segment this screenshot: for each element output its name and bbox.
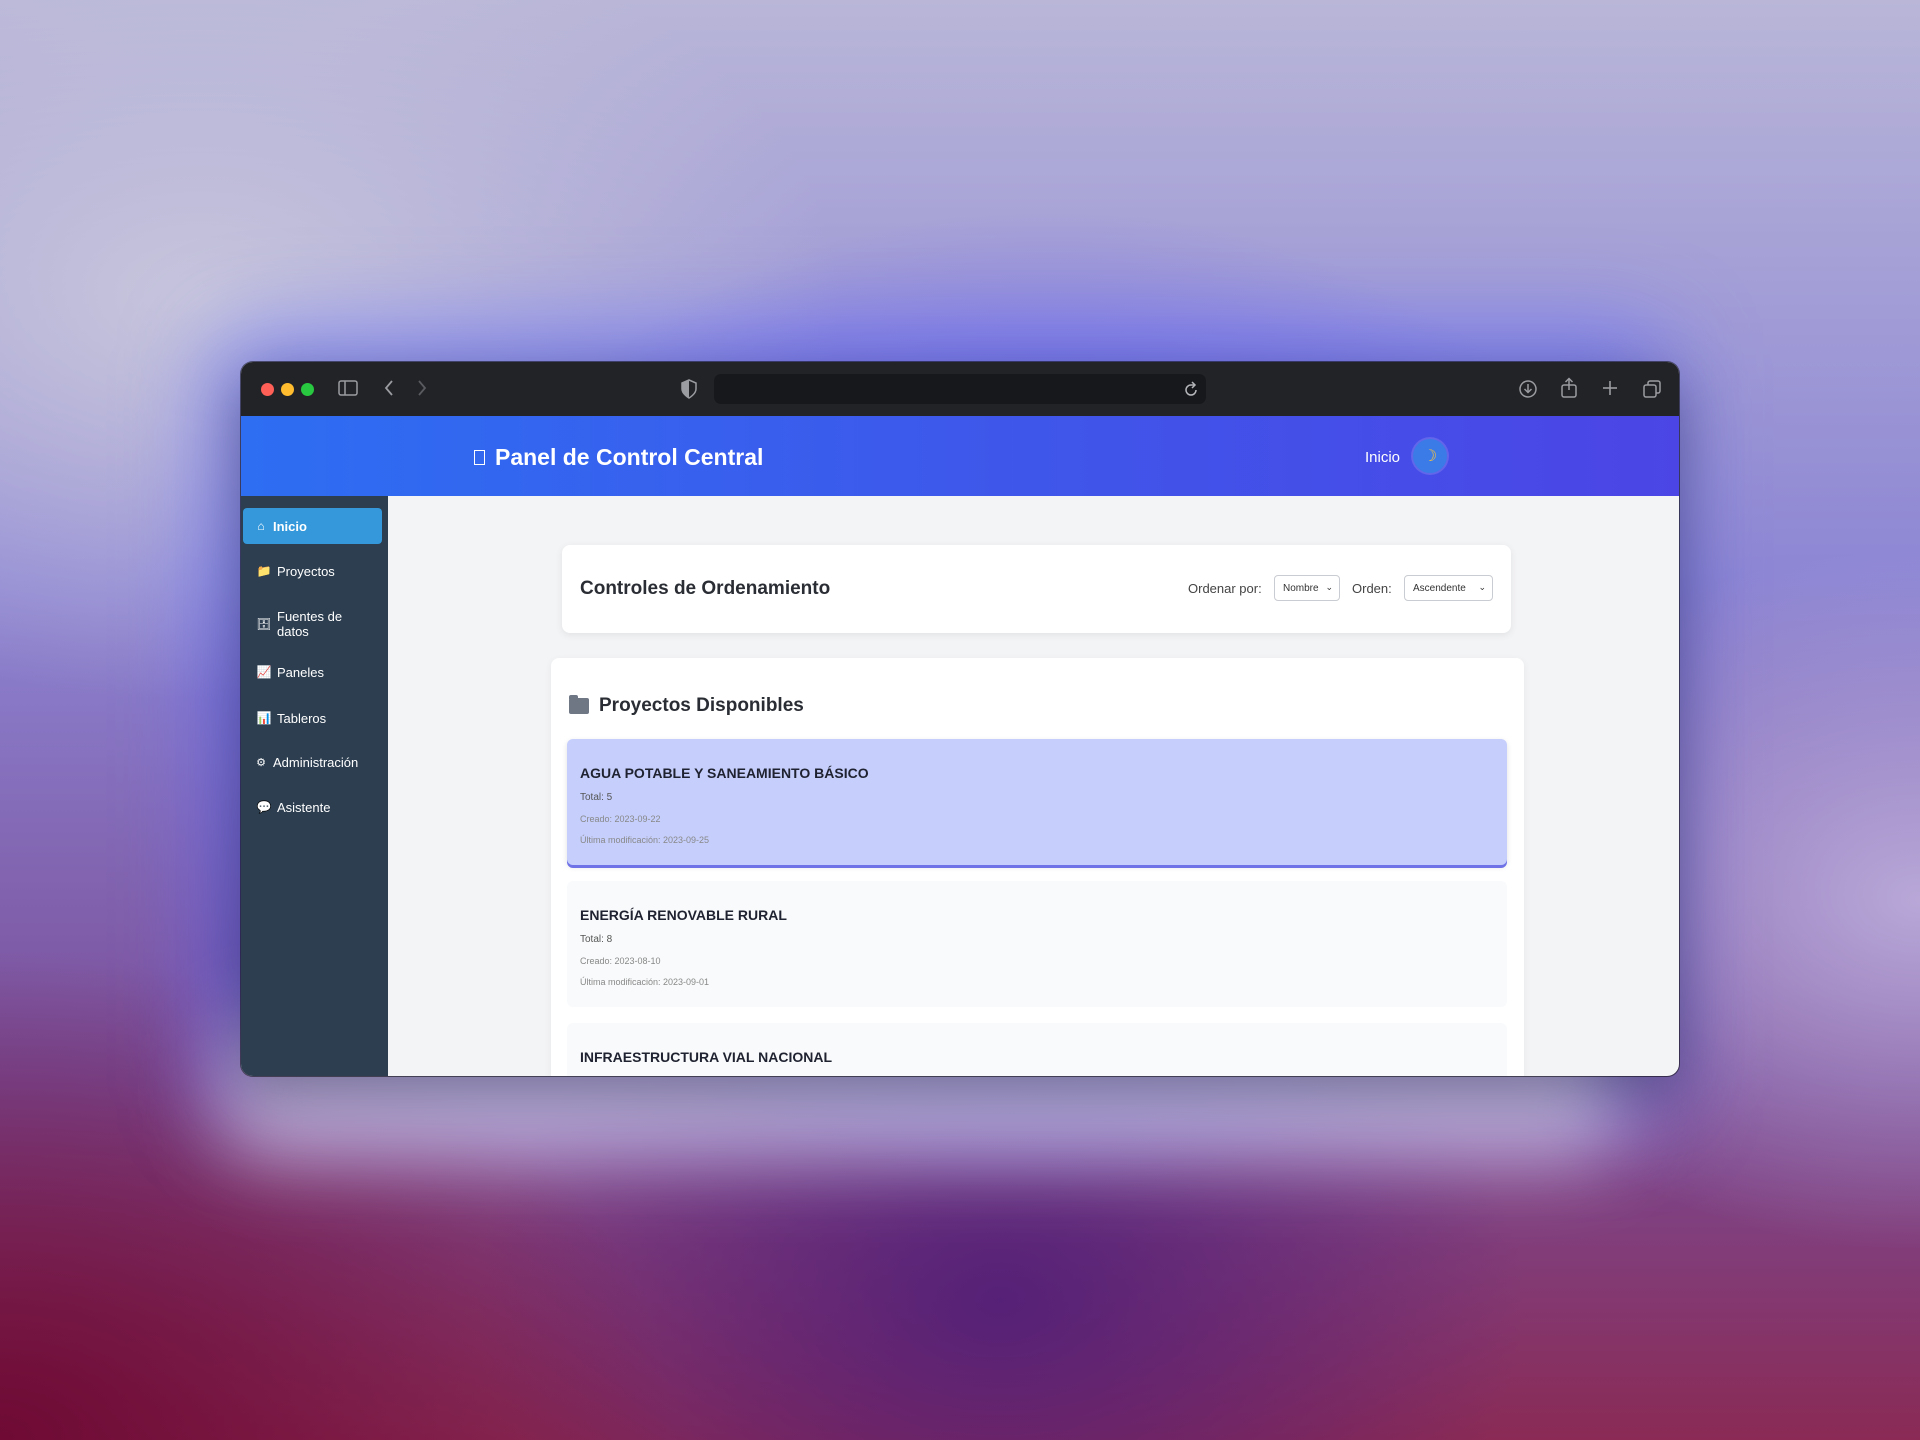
project-card[interactable]: ENERGÍA RENOVABLE RURAL Total: 8 Creado:…	[567, 881, 1507, 1007]
forward-icon[interactable]	[417, 379, 427, 400]
maximize-window-button[interactable]	[301, 383, 314, 396]
main-content: Controles de Ordenamiento Ordenar por: N…	[388, 496, 1679, 1076]
projects-title-text: Proyectos Disponibles	[599, 695, 804, 716]
sidebar-item-label: Inicio	[273, 518, 307, 534]
project-modified: Última modificación: 2023-09-25	[580, 835, 710, 845]
order-label: Orden:	[1352, 581, 1392, 596]
sidebar-item-label: Tableros	[277, 710, 327, 726]
share-icon[interactable]	[1560, 377, 1578, 402]
sidebar-item-tableros[interactable]: 📊 Tableros	[243, 705, 382, 731]
tab-overview-icon[interactable]	[1642, 379, 1662, 402]
sort-by-label: Ordenar por:	[1188, 581, 1262, 596]
project-card[interactable]: AGUA POTABLE Y SANEAMIENTO BÁSICO Total:…	[567, 739, 1507, 865]
chevron-down-icon: ⌄	[1478, 582, 1486, 592]
sort-controls-title: Controles de Ordenamiento	[580, 578, 831, 599]
folder-icon: 📁	[256, 564, 272, 578]
logo-icon	[474, 450, 485, 465]
sidebar-item-label: Proyectos	[277, 563, 335, 579]
project-card[interactable]: INFRAESTRUCTURA VIAL NACIONAL	[567, 1023, 1507, 1076]
sort-by-select[interactable]: Nombre ⌄	[1274, 575, 1340, 601]
new-tab-icon[interactable]	[1602, 380, 1618, 399]
sidebar: ⌂ Inicio 📁 Proyectos 🗄 Fuentes de datos …	[241, 496, 388, 1076]
sidebar-item-fuentes-de-datos[interactable]: 🗄 Fuentes de datos	[243, 606, 382, 642]
sidebar-item-label: Fuentes de datos	[277, 609, 343, 639]
nav-link-inicio[interactable]: Inicio	[1365, 449, 1400, 466]
project-created: Creado: 2023-08-10	[580, 956, 661, 966]
database-icon: 🗄	[256, 616, 272, 631]
bar-chart-icon: 📊	[256, 711, 272, 725]
project-total: Total: 5	[580, 792, 613, 803]
app-title: Panel de Control Central	[495, 444, 764, 470]
download-icon[interactable]	[1518, 379, 1538, 402]
sidebar-item-inicio[interactable]: ⌂ Inicio	[243, 508, 382, 544]
order-select[interactable]: Ascendente ⌄	[1404, 575, 1493, 601]
sort-controls-card: Controles de Ordenamiento Ordenar por: N…	[562, 545, 1511, 633]
theme-toggle-button[interactable]: ☽	[1413, 439, 1447, 473]
project-name: INFRAESTRUCTURA VIAL NACIONAL	[580, 1049, 832, 1065]
minimize-window-button[interactable]	[281, 383, 294, 396]
sidebar-item-paneles[interactable]: 📈 Paneles	[243, 659, 382, 685]
order-value: Ascendente	[1413, 582, 1466, 594]
sidebar-item-proyectos[interactable]: 📁 Proyectos	[243, 558, 382, 584]
chart-line-icon: 📈	[256, 665, 272, 679]
sidebar-item-label: Paneles	[277, 664, 324, 680]
reload-icon[interactable]	[1184, 381, 1198, 402]
app-logo[interactable]: Panel de Control Central	[474, 444, 763, 471]
project-modified: Última modificación: 2023-09-01	[580, 977, 710, 987]
chat-bubble-icon: 💬	[256, 800, 272, 814]
sort-by-value: Nombre	[1283, 582, 1319, 594]
home-icon: ⌂	[257, 519, 265, 533]
sidebar-item-asistente[interactable]: 💬 Asistente	[243, 794, 382, 820]
shield-icon[interactable]	[681, 379, 697, 402]
project-name: AGUA POTABLE Y SANEAMIENTO BÁSICO	[580, 765, 869, 781]
moon-icon: ☽	[1422, 448, 1438, 465]
gear-icon: ⚙	[256, 756, 266, 769]
projects-panel-title: Proyectos Disponibles	[569, 695, 804, 717]
chevron-down-icon: ⌄	[1325, 582, 1333, 592]
sidebar-item-label: Asistente	[277, 799, 331, 815]
project-name: ENERGÍA RENOVABLE RURAL	[580, 907, 787, 923]
address-bar[interactable]	[714, 374, 1206, 404]
browser-titlebar	[241, 362, 1679, 416]
project-total: Total: 8	[580, 934, 613, 945]
sidebar-item-administracion[interactable]: ⚙ Administración	[243, 749, 382, 775]
projects-panel: Proyectos Disponibles AGUA POTABLE Y SAN…	[551, 658, 1524, 1076]
sidebar-item-label: Administración	[273, 754, 359, 770]
project-created: Creado: 2023-09-22	[580, 814, 661, 824]
sidebar-toggle-icon[interactable]	[338, 380, 358, 399]
app-header: Panel de Control Central Inicio ☽	[241, 416, 1679, 496]
browser-window: Panel de Control Central Inicio ☽ ⌂ Inic…	[241, 362, 1679, 1076]
folder-icon	[569, 695, 589, 714]
back-icon[interactable]	[384, 379, 394, 400]
close-window-button[interactable]	[261, 383, 274, 396]
